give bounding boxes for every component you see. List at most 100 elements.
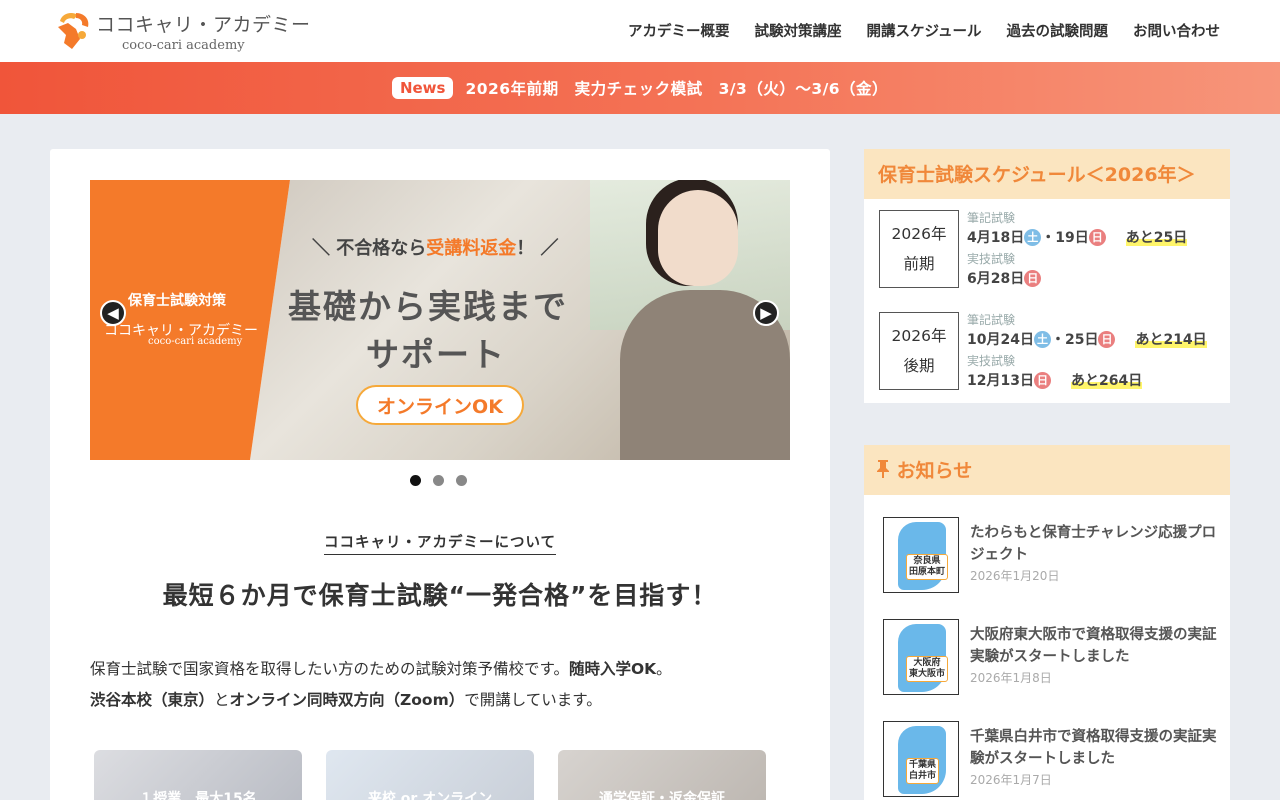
written-date-2: 19日 — [1055, 230, 1089, 246]
schedule-row: 2026年 前期 筆記試験 4月18日土・19日日 あと25日 実技試験 6月28… — [879, 210, 1219, 290]
online-ok-badge: オンラインOK — [356, 385, 524, 425]
about-body-3: 。 — [656, 660, 672, 678]
logo-mark-icon — [54, 9, 92, 53]
slide-person-head — [658, 190, 738, 286]
notice-item[interactable]: 大阪府 東大阪市 大阪府東大阪市で資格取得支援の実証実験がスタートしました 20… — [883, 619, 1223, 697]
sunday-badge: 日 — [1098, 331, 1116, 348]
about-title: 最短６か月で保育士試験“一発合格”を目指す！ — [162, 581, 718, 610]
slide-logo-en: coco-cari academy — [148, 336, 243, 347]
practical-exam-date: 6月28日日 — [967, 267, 1187, 292]
notice-thumb[interactable]: 千葉県 白井市 — [883, 721, 959, 797]
notice-widget: お知らせ 奈良県 田原本町 たわらもと保育士チャレンジ応援プロジェクト 2026… — [864, 445, 1230, 800]
schedule-term-box: 2026年 前期 — [879, 210, 959, 288]
feature-card[interactable]: １授業 最大15名 — [94, 750, 302, 800]
notice-thumb-label: 奈良県 田原本町 — [906, 554, 949, 580]
about-body-4: 渋谷本校（東京） — [90, 691, 215, 709]
written-countdown: あと214日 — [1135, 332, 1207, 348]
notice-item-title[interactable]: たわらもと保育士チャレンジ応援プロジェクト — [970, 522, 1218, 566]
catch-post: ！ — [516, 238, 535, 259]
schedule-year: 2026年 — [891, 327, 947, 345]
slide-headline-1: 基礎から実践まで — [288, 287, 568, 326]
slider-next-arrow-icon[interactable]: ▶ — [753, 300, 779, 326]
slider-dot-2[interactable] — [433, 475, 444, 486]
written-exam-label: 筆記試験 — [967, 313, 1016, 327]
schedule-year: 2026年 — [891, 225, 947, 243]
written-date-1: 4月18日 — [967, 230, 1025, 246]
schedule-info: 筆記試験 10月24日土・25日日あと214日 実技試験 12月13日日あと26… — [967, 312, 1207, 394]
practical-exam-label: 実技試験 — [967, 354, 1016, 368]
sunday-badge: 日 — [1088, 229, 1106, 246]
about-body-7: で開講しています。 — [464, 691, 602, 709]
written-exam-dates: 4月18日土・19日日 あと25日 — [967, 226, 1188, 251]
notice-thumb-label: 千葉県 白井市 — [906, 758, 940, 784]
notice-thumb[interactable]: 奈良県 田原本町 — [883, 517, 959, 593]
written-date-2: 25日 — [1064, 332, 1099, 348]
written-exam-label: 筆記試験 — [967, 211, 1016, 225]
nav-course-schedule[interactable]: 開講スケジュール — [867, 20, 982, 41]
written-countdown: あと25日 — [1125, 230, 1188, 246]
schedule-row: 2026年 後期 筆記試験 10月24日土・25日日 あと214日 実技試験 12… — [879, 312, 1219, 392]
about-body-5: と — [214, 691, 230, 709]
notice-item-date: 2026年1月20日 — [970, 569, 1060, 583]
notice-title: お知らせ — [896, 460, 973, 482]
catch-highlight: 受講料返金 — [426, 238, 517, 259]
about-body: 保育士試験で国家資格を取得したい方のための試験対策予備校です。随時入学OK。渋谷… — [90, 654, 790, 716]
feature-card[interactable]: 通学保証・返金保証 — [558, 750, 766, 800]
news-bar[interactable]: News 2026年前期 実力チェック模試 3/3（火）～3/6（金） — [0, 62, 1280, 114]
feature-card-label: １授業 最大15名 — [139, 791, 257, 800]
notice-item[interactable]: 奈良県 田原本町 たわらもと保育士チャレンジ応援プロジェクト 2026年1月20… — [883, 517, 1223, 595]
slider-dot-3[interactable] — [456, 475, 467, 486]
notice-item[interactable]: 千葉県 白井市 千葉県白井市で資格取得支援の実証実験がスタートしました 2026… — [883, 721, 1223, 799]
hero-slider[interactable]: 保育士試験対策 ココキャリ・アカデミー coco-cari academy ＼ … — [90, 180, 790, 460]
about-label-text: ココキャリ・アカデミーについて — [323, 535, 557, 555]
practical-exam-label: 実技試験 — [967, 252, 1016, 266]
nav-contact[interactable]: お問い合わせ — [1133, 20, 1220, 41]
about-section-label: ココキャリ・アカデミーについて — [50, 531, 830, 555]
main-content: 保育士試験対策 ココキャリ・アカデミー coco-cari academy ＼ … — [50, 149, 830, 800]
notice-item-date: 2026年1月8日 — [970, 671, 1052, 685]
schedule-info: 筆記試験 4月18日土・19日日あと25日 実技試験 6月28日日 — [967, 210, 1188, 292]
catch-pre: 不合格なら — [336, 238, 427, 259]
feature-card-label: 来校 or オンライン — [367, 791, 493, 800]
slider-dot-1[interactable] — [410, 475, 421, 486]
written-exam-dates: 10月24日土・25日日 あと214日 — [967, 328, 1207, 353]
date-separator: ・ — [1050, 332, 1065, 348]
about-body-6: オンライン同時双方向（Zoom） — [229, 691, 465, 709]
logo-text-ja: ココキャリ・アカデミー — [96, 13, 311, 36]
notice-header: お知らせ — [864, 445, 1230, 495]
notice-item-title[interactable]: 大阪府東大阪市で資格取得支援の実証実験がスタートしました — [970, 624, 1218, 668]
news-badge: News — [391, 77, 454, 99]
slide-headline-2: サポート — [366, 335, 506, 374]
news-text[interactable]: 2026年前期 実力チェック模試 3/3（火）～3/6（金） — [465, 77, 888, 99]
notice-thumb-label: 大阪府 東大阪市 — [906, 656, 949, 682]
practical-countdown: あと264日 — [1070, 373, 1143, 389]
practical-date: 6月28日 — [967, 271, 1025, 287]
notice-item-title[interactable]: 千葉県白井市で資格取得支援の実証実験がスタートしました — [970, 726, 1218, 770]
practical-date: 12月13日 — [967, 373, 1034, 389]
practical-exam-date: 12月13日日 あと264日 — [967, 369, 1207, 394]
nav-academy-overview[interactable]: アカデミー概要 — [628, 20, 730, 41]
logo-text-en: coco-cari academy — [122, 37, 245, 53]
sunday-badge: 日 — [1024, 270, 1042, 287]
nav-past-exams[interactable]: 過去の試験問題 — [1007, 20, 1109, 41]
main-nav: アカデミー概要 試験対策講座 開講スケジュール 過去の試験問題 お問い合わせ — [628, 20, 1220, 41]
notice-thumb[interactable]: 大阪府 東大阪市 — [883, 619, 959, 695]
written-date-1: 10月24日 — [967, 332, 1034, 348]
nav-exam-course[interactable]: 試験対策講座 — [755, 20, 842, 41]
slider-prev-arrow-icon[interactable]: ◀ — [100, 300, 126, 326]
sunday-badge: 日 — [1033, 372, 1051, 389]
date-separator: ・ — [1041, 230, 1056, 246]
site-logo[interactable]: ココキャリ・アカデミー coco-cari academy — [54, 8, 311, 54]
slide-subtitle: 保育士試験対策 — [128, 293, 226, 309]
saturday-badge: 土 — [1033, 331, 1051, 348]
slider-pagination — [410, 475, 467, 486]
slide-catchphrase: ＼ 不合格なら受講料返金！ ／ — [312, 238, 559, 259]
feature-card-label: 通学保証・返金保証 — [599, 791, 725, 800]
exam-schedule-title: 保育士試験スケジュール＜2026年＞ — [864, 149, 1230, 199]
exam-schedule-widget: 保育士試験スケジュール＜2026年＞ 2026年 前期 筆記試験 4月18日土・… — [864, 149, 1230, 403]
about-body-2: 随時入学OK — [568, 660, 657, 678]
saturday-badge: 土 — [1024, 229, 1042, 246]
schedule-term-box: 2026年 後期 — [879, 312, 959, 390]
feature-card[interactable]: 来校 or オンライン — [326, 750, 534, 800]
schedule-term: 前期 — [903, 255, 935, 273]
